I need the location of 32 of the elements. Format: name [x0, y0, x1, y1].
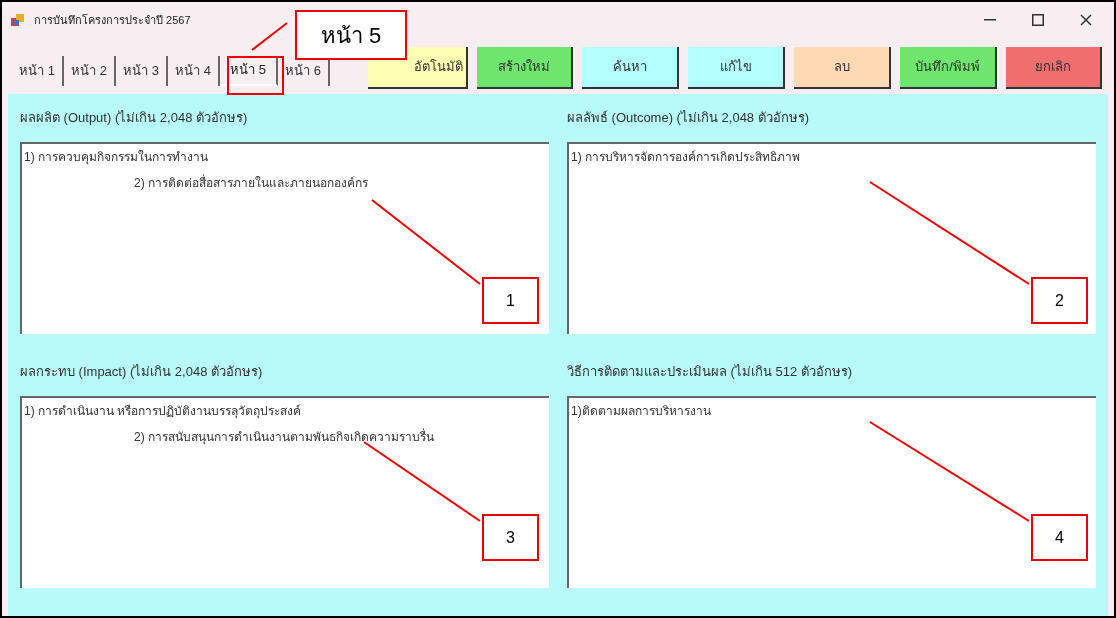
tab[interactable]: หน้า 3 — [116, 56, 168, 86]
field-label: ผลลัพธ์ (Outcome) (ไม่เกิน 2,048 ตัวอักษร) — [567, 109, 811, 127]
annotation-tooltip: หน้า 5 — [295, 10, 407, 60]
minimize-icon[interactable] — [984, 19, 996, 21]
maximize-icon[interactable] — [1032, 14, 1044, 26]
text-line: 1) การควบคุมกิจกรรมในการทำงาน — [24, 149, 209, 166]
text-line: 1) การดำเนินงาน หรือการปฏิบัติงานบรรลุวัตถุประสงค์ — [24, 403, 303, 420]
callout-number: 2 — [1031, 277, 1088, 324]
callout-number: 1 — [482, 277, 539, 324]
close-icon[interactable] — [1080, 14, 1092, 26]
text-line: 2) การสนับสนุนการดำเนินงานตามพันธกิจเกิดความราบรื่น — [133, 428, 435, 446]
window-title: การบันทึกโครงการประจำปี 2567 — [34, 12, 191, 28]
tab[interactable]: หน้า 1 — [12, 56, 64, 86]
text-line: 1)ติดตามผลการบริหารงาน — [571, 403, 712, 420]
text-line: 1) การบริหารจัดการองค์การเกิดประสิทธิภาพ — [571, 149, 801, 166]
callout-number: 3 — [482, 514, 539, 561]
app-icon — [10, 12, 26, 28]
highlight-frame — [227, 56, 284, 95]
action-button[interactable]: ยกเลิก — [1006, 47, 1102, 89]
text-line: 2) การติดต่อสื่อสารภายในและภายนอกองค์กร — [133, 174, 369, 192]
tab[interactable]: หน้า 2 — [64, 56, 116, 86]
action-button[interactable]: ค้นหา — [582, 47, 679, 89]
action-button[interactable]: ลบ — [794, 47, 891, 89]
leader-line — [251, 22, 288, 51]
action-button[interactable]: สร้างใหม่ — [477, 47, 573, 89]
field-label: วิธีการติดตามและประเมินผล (ไม่เกิน 512 ตัวอักษร) — [567, 363, 854, 381]
callout-number: 4 — [1031, 514, 1088, 561]
tab[interactable]: หน้า 5 — [220, 56, 278, 86]
action-button[interactable]: แก้ไข — [688, 47, 785, 89]
action-button[interactable]: บันทึก/พิมพ์ — [900, 47, 997, 89]
field-label: ผลผลิต (Output) (ไม่เกิน 2,048 ตัวอักษร) — [20, 109, 249, 127]
field-label: ผลกระทบ (Impact) (ไม่เกิน 2,048 ตัวอักษร) — [20, 363, 264, 381]
